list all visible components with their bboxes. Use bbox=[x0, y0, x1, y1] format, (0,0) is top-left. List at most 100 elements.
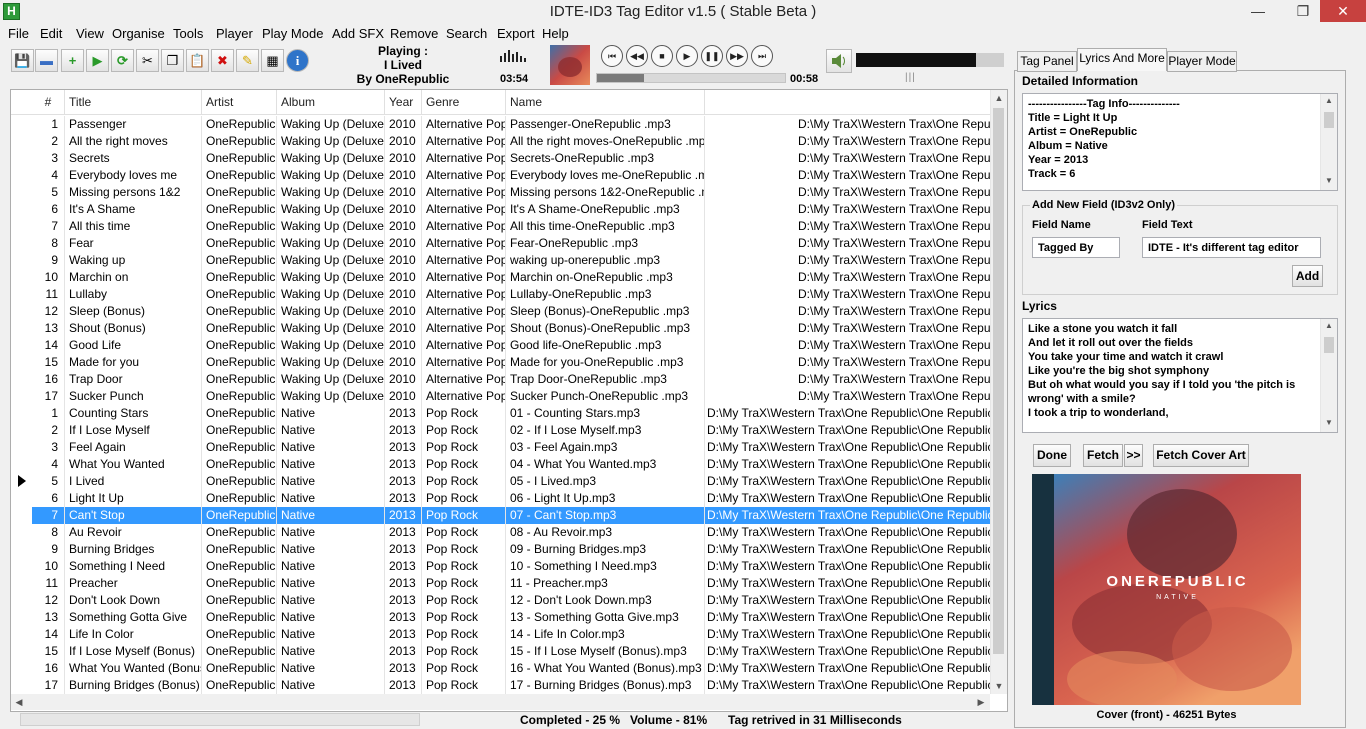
close-icon[interactable]: ✕ bbox=[1320, 0, 1366, 22]
scroll-right-icon[interactable]: ▶ bbox=[973, 694, 989, 710]
seek-bar[interactable] bbox=[596, 73, 786, 83]
table-row[interactable]: 14 Good Life OneRepublic Waking Up (Deluxe)… bbox=[32, 337, 990, 354]
lyrics-box[interactable]: Like a stone you watch it fall And let it… bbox=[1022, 318, 1338, 433]
menu-play-mode[interactable]: Play Mode bbox=[262, 24, 323, 43]
menu-add-sfx[interactable]: Add SFX bbox=[332, 24, 384, 43]
table-row[interactable]: 7 All this time OneRepublic Waking Up (Delu… bbox=[32, 218, 990, 235]
table-row[interactable]: 10 Marchin on OneRepublic Waking Up (Deluxe… bbox=[32, 269, 990, 286]
table-row[interactable]: 8 Au Revoir OneRepublic Native 2013 Pop Rock 0… bbox=[32, 524, 990, 541]
table-row[interactable]: 9 Waking up OneRepublic Waking Up (Deluxe) 2… bbox=[32, 252, 990, 269]
view-icon[interactable]: ▦ bbox=[261, 49, 284, 72]
pause-icon[interactable]: ❚❚ bbox=[701, 45, 723, 67]
play-icon[interactable]: ▶ bbox=[676, 45, 698, 67]
scroll-down-icon[interactable]: ▼ bbox=[991, 678, 1007, 694]
table-row[interactable]: 5 Missing persons 1&2 OneRepublic Waking Up… bbox=[32, 184, 990, 201]
table-row[interactable]: 13 Shout (Bonus) OneRepublic Waking Up (Del… bbox=[32, 320, 990, 337]
lyrics-scroll-down-icon[interactable]: ▼ bbox=[1321, 418, 1337, 427]
speaker-icon[interactable] bbox=[826, 49, 852, 73]
refresh-icon[interactable]: ⟳ bbox=[111, 49, 134, 72]
lyrics-scroll-thumb[interactable] bbox=[1324, 337, 1334, 353]
minimize-icon[interactable]: — bbox=[1240, 0, 1276, 22]
open-icon[interactable]: ▬ bbox=[35, 49, 58, 72]
scroll-left-icon[interactable]: ◀ bbox=[11, 694, 27, 710]
table-row[interactable]: 11 Preacher OneRepublic Native 2013 Pop Rock 1… bbox=[32, 575, 990, 592]
copy-icon[interactable]: ❐ bbox=[161, 49, 184, 72]
done-button[interactable]: Done bbox=[1033, 444, 1071, 467]
table-row[interactable]: 17 Sucker Punch OneRepublic Waking Up (Delu… bbox=[32, 388, 990, 405]
paste-icon[interactable]: 📋 bbox=[186, 49, 209, 72]
tab-tag-panel[interactable]: Tag Panel bbox=[1017, 51, 1077, 72]
add-field-button[interactable]: Add bbox=[1292, 265, 1323, 287]
col-header-path[interactable] bbox=[705, 90, 990, 114]
add-icon[interactable]: + bbox=[61, 49, 84, 72]
menu-organise[interactable]: Organise bbox=[112, 24, 165, 43]
previous-icon[interactable]: ⏮ bbox=[601, 45, 623, 67]
table-row[interactable]: 15 Made for you OneRepublic Waking Up (Delu… bbox=[32, 354, 990, 371]
table-row[interactable]: 3 Secrets OneRepublic Waking Up (Deluxe) 201… bbox=[32, 150, 990, 167]
horizontal-scrollbar[interactable]: ◀ ▶ bbox=[11, 694, 990, 710]
fetch-lyrics-button[interactable]: Fetch bbox=[1083, 444, 1123, 467]
menu-help[interactable]: Help bbox=[542, 24, 569, 43]
rewind-icon[interactable]: ◀◀ bbox=[626, 45, 648, 67]
table-row[interactable]: 9 Burning Bridges OneRepublic Native 2013 Pop… bbox=[32, 541, 990, 558]
col-header-title[interactable]: Title bbox=[65, 90, 202, 114]
menu-remove[interactable]: Remove bbox=[390, 24, 438, 43]
table-row[interactable]: 5I Lived OneRepublic Native 2013 Pop Rock 05 … bbox=[32, 473, 990, 490]
lyrics-scroll-up-icon[interactable]: ▲ bbox=[1321, 321, 1337, 330]
table-row[interactable]: 7 Can't Stop OneRepublic Native 2013 Pop Rock… bbox=[32, 507, 990, 524]
lyrics-scrollbar[interactable]: ▲ ▼ bbox=[1320, 319, 1337, 432]
table-row[interactable]: 12 Sleep (Bonus) OneRepublic Waking Up (Del… bbox=[32, 303, 990, 320]
table-row[interactable]: 4 What You Wanted OneRepublic Native 2013 Pop… bbox=[32, 456, 990, 473]
col-header-year[interactable]: Year bbox=[385, 90, 422, 114]
cover-art[interactable]: ONEREPUBLIC NATIVE bbox=[1032, 474, 1301, 705]
cut-icon[interactable]: ✂ bbox=[136, 49, 159, 72]
detail-info-box[interactable]: ----------------Tag Info-------------- Ti… bbox=[1022, 93, 1338, 191]
field-text-input[interactable]: IDTE - It's different tag editor bbox=[1142, 237, 1321, 258]
table-row[interactable]: 1 Passenger OneRepublic Waking Up (Deluxe) 2… bbox=[32, 116, 990, 133]
menu-view[interactable]: View bbox=[76, 24, 104, 43]
save-icon[interactable]: 💾 bbox=[11, 49, 34, 72]
col-header-album[interactable]: Album bbox=[277, 90, 385, 114]
fetch-cover-art-button[interactable]: Fetch Cover Art bbox=[1153, 444, 1249, 467]
restore-icon[interactable]: ❐ bbox=[1285, 0, 1321, 22]
table-row[interactable]: 6 Light It Up OneRepublic Native 2013 Pop Roc… bbox=[32, 490, 990, 507]
table-row[interactable]: 8 Fear OneRepublic Waking Up (Deluxe) 2010 Al… bbox=[32, 235, 990, 252]
next-icon[interactable]: ⏭ bbox=[751, 45, 773, 67]
scroll-thumb[interactable] bbox=[993, 108, 1004, 654]
table-row[interactable]: 16 What You Wanted (Bonus) OneRepublic Nati… bbox=[32, 660, 990, 677]
table-row[interactable]: 10 Something I Need OneRepublic Native 2013 P… bbox=[32, 558, 990, 575]
table-row[interactable]: 17 Burning Bridges (Bonus) OneRepublic Nati… bbox=[32, 677, 990, 694]
menu-file[interactable]: File bbox=[8, 24, 29, 43]
detail-scrollbar[interactable]: ▲ ▼ bbox=[1320, 94, 1337, 190]
detail-scroll-down-icon[interactable]: ▼ bbox=[1321, 176, 1337, 185]
table-row[interactable]: 4 Everybody loves me OneRepublic Waking Up … bbox=[32, 167, 990, 184]
volume-bar[interactable] bbox=[856, 53, 1004, 67]
col-header-number[interactable]: # bbox=[32, 90, 65, 114]
col-header-name[interactable]: Name bbox=[506, 90, 705, 114]
table-row[interactable]: 11 Lullaby OneRepublic Waking Up (Deluxe) 20… bbox=[32, 286, 990, 303]
tab-lyrics-and-more[interactable]: Lyrics And More bbox=[1077, 48, 1167, 71]
field-name-input[interactable]: Tagged By bbox=[1032, 237, 1120, 258]
menu-export[interactable]: Export bbox=[497, 24, 535, 43]
scroll-up-icon[interactable]: ▲ bbox=[991, 90, 1007, 106]
table-row[interactable]: 3 Feel Again OneRepublic Native 2013 Pop Rock… bbox=[32, 439, 990, 456]
table-row[interactable]: 16 Trap Door OneRepublic Waking Up (Deluxe)… bbox=[32, 371, 990, 388]
menu-player[interactable]: Player bbox=[216, 24, 253, 43]
detail-scroll-thumb[interactable] bbox=[1324, 112, 1334, 128]
vertical-scrollbar[interactable]: ▲ ▼ bbox=[990, 90, 1007, 694]
tab-player-mode[interactable]: Player Mode bbox=[1167, 51, 1237, 72]
menu-edit[interactable]: Edit bbox=[40, 24, 62, 43]
menu-search[interactable]: Search bbox=[446, 24, 487, 43]
table-row[interactable]: 1 Counting Stars OneRepublic Native 2013 Pop … bbox=[32, 405, 990, 422]
col-header-artist[interactable]: Artist bbox=[202, 90, 277, 114]
table-row[interactable]: 2 If I Lose Myself OneRepublic Native 2013 Po… bbox=[32, 422, 990, 439]
more-button[interactable]: >> bbox=[1124, 444, 1143, 467]
table-row[interactable]: 6 It's A Shame OneRepublic Waking Up (Delux… bbox=[32, 201, 990, 218]
stop-icon[interactable]: ■ bbox=[651, 45, 673, 67]
info-icon[interactable]: i bbox=[286, 49, 309, 72]
edit-icon[interactable]: ✎ bbox=[236, 49, 259, 72]
delete-icon[interactable]: ✖ bbox=[211, 49, 234, 72]
detail-scroll-up-icon[interactable]: ▲ bbox=[1321, 96, 1337, 105]
table-row[interactable]: 2 All the right moves OneRepublic Waking Up… bbox=[32, 133, 990, 150]
table-row[interactable]: 14 Life In Color OneRepublic Native 2013 Pop … bbox=[32, 626, 990, 643]
